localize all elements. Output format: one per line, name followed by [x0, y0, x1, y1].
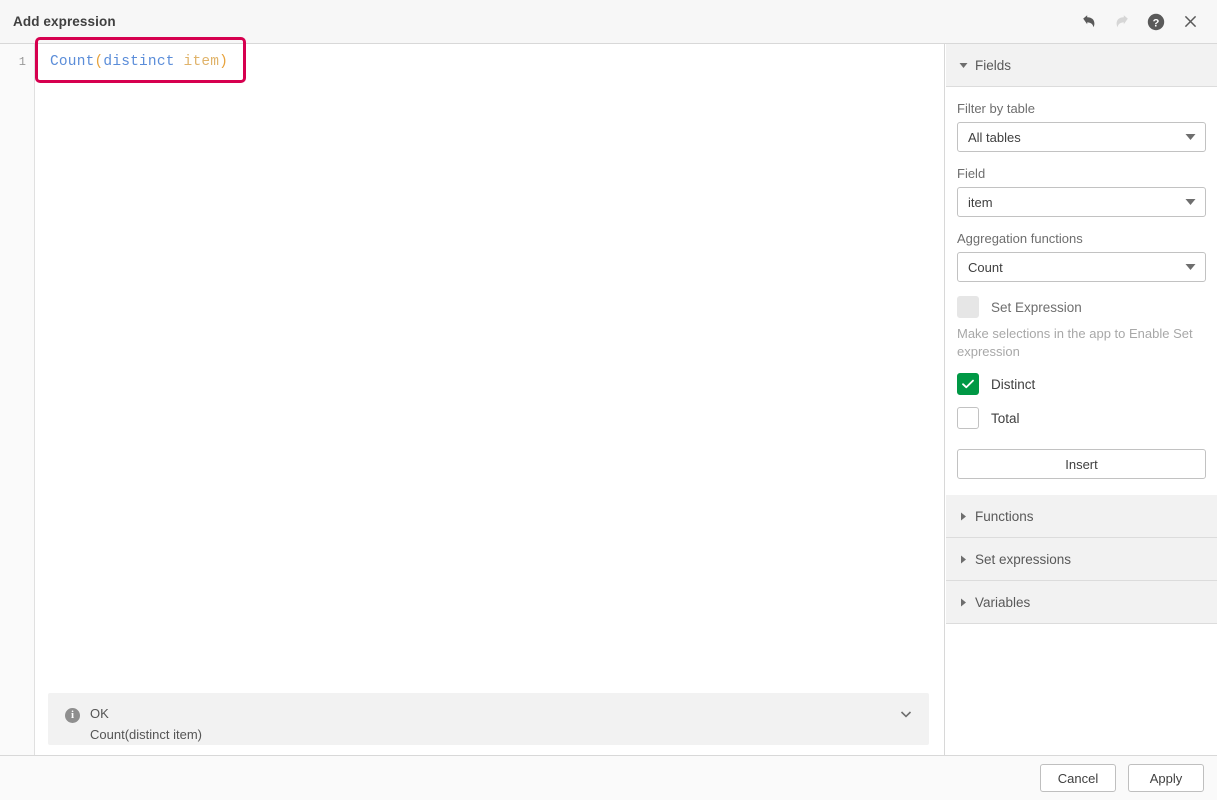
- editor-gutter: 1: [0, 44, 35, 755]
- set-expression-checkbox: [957, 296, 979, 318]
- status-title: OK: [90, 706, 109, 721]
- chevron-down-icon: [900, 706, 912, 724]
- expression-editor[interactable]: 1 Count(distinct item) i OK Count(distin…: [0, 44, 945, 755]
- distinct-checkbox-row[interactable]: Distinct: [957, 373, 1206, 395]
- chevron-down-icon: [1185, 133, 1196, 141]
- undo-button[interactable]: [1071, 5, 1105, 39]
- help-button[interactable]: ?: [1139, 5, 1173, 39]
- field-label: Field: [957, 166, 1206, 181]
- chevron-down-icon: [1185, 198, 1196, 206]
- dialog-titlebar: Add expression: [0, 0, 1217, 44]
- info-icon: i: [65, 708, 80, 723]
- field-value: item: [968, 195, 993, 210]
- token-function: Count: [50, 54, 95, 70]
- chevron-down-icon: [1185, 263, 1196, 271]
- cancel-button[interactable]: Cancel: [1040, 764, 1116, 792]
- apply-button[interactable]: Apply: [1128, 764, 1204, 792]
- svg-text:?: ?: [1153, 17, 1160, 29]
- help-icon: ?: [1146, 12, 1166, 32]
- caret-down-icon: [957, 62, 969, 69]
- insert-button[interactable]: Insert: [957, 449, 1206, 479]
- total-checkbox[interactable]: [957, 407, 979, 429]
- panel-section-label: Functions: [975, 509, 1034, 524]
- status-detail: Count(distinct item): [90, 727, 202, 742]
- close-icon: [1181, 12, 1200, 31]
- caret-right-icon: [957, 512, 969, 521]
- panel-section-set-expressions[interactable]: Set expressions: [946, 538, 1217, 581]
- set-expression-checkbox-row: Set Expression: [957, 296, 1206, 318]
- validation-status-bar: i OK Count(distinct item): [48, 693, 929, 745]
- token-close-paren: ): [219, 54, 228, 70]
- set-expression-helper-text: Make selections in the app to Enable Set…: [957, 325, 1195, 361]
- aggregation-functions-value: Count: [968, 260, 1003, 275]
- total-checkbox-row[interactable]: Total: [957, 407, 1206, 429]
- distinct-checkbox[interactable]: [957, 373, 979, 395]
- set-expression-label: Set Expression: [991, 300, 1082, 315]
- expression-side-panel: Fields Filter by table All tables Field …: [946, 44, 1217, 755]
- caret-right-icon: [957, 598, 969, 607]
- aggregation-functions-label: Aggregation functions: [957, 231, 1206, 246]
- panel-section-fields[interactable]: Fields: [946, 44, 1217, 87]
- page-title: Add expression: [13, 14, 116, 29]
- panel-section-functions[interactable]: Functions: [946, 495, 1217, 538]
- expression-text[interactable]: Count(distinct item): [50, 54, 228, 71]
- close-button[interactable]: [1173, 5, 1207, 39]
- line-number: 1: [19, 55, 26, 70]
- token-space: [175, 54, 184, 70]
- panel-section-label: Fields: [975, 58, 1011, 73]
- total-label: Total: [991, 411, 1020, 426]
- caret-right-icon: [957, 555, 969, 564]
- dialog-footer: Cancel Apply: [0, 755, 1217, 800]
- panel-section-variables[interactable]: Variables: [946, 581, 1217, 624]
- field-select[interactable]: item: [957, 187, 1206, 217]
- filter-by-table-select[interactable]: All tables: [957, 122, 1206, 152]
- filter-by-table-label: Filter by table: [957, 101, 1206, 116]
- token-keyword: distinct: [103, 54, 174, 70]
- aggregation-functions-select[interactable]: Count: [957, 252, 1206, 282]
- redo-icon: [1113, 12, 1132, 31]
- panel-section-label: Variables: [975, 595, 1030, 610]
- status-expand-button[interactable]: [897, 706, 915, 724]
- code-area[interactable]: Count(distinct item): [36, 44, 944, 755]
- token-field: item: [184, 54, 220, 70]
- titlebar-actions: ?: [1071, 0, 1217, 43]
- redo-button[interactable]: [1105, 5, 1139, 39]
- panel-section-label: Set expressions: [975, 552, 1071, 567]
- fields-section-body: Filter by table All tables Field item Ag…: [946, 87, 1217, 495]
- add-expression-dialog: Add expression: [0, 0, 1217, 800]
- undo-icon: [1079, 12, 1098, 31]
- distinct-label: Distinct: [991, 377, 1035, 392]
- filter-by-table-value: All tables: [968, 130, 1021, 145]
